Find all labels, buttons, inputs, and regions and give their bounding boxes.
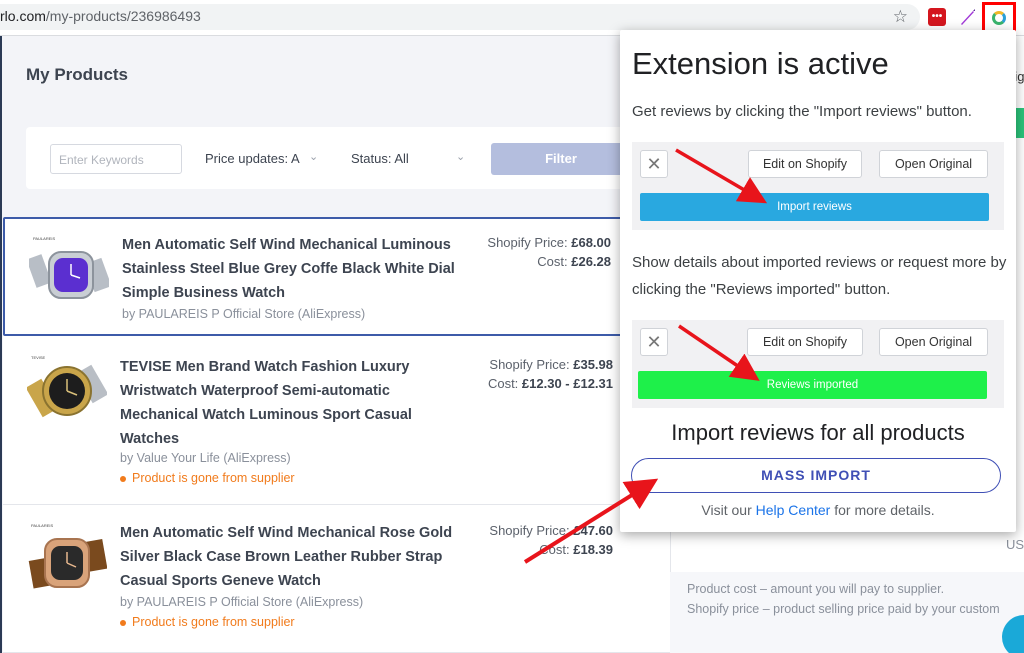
svg-text:TEVISE: TEVISE [31, 355, 46, 360]
url-text: rlo.com/my-products/236986493 [0, 8, 201, 24]
svg-text:PAULAREIS: PAULAREIS [33, 236, 55, 241]
right-fragment-currency: US [1006, 537, 1024, 552]
product-store: by PAULAREIS P Official Store (AliExpres… [122, 307, 366, 321]
popup-title: Extension is active [632, 46, 889, 81]
mass-import-heading: Import reviews for all products [671, 420, 965, 445]
product-title[interactable]: Men Automatic Self Wind Mechanical Lumin… [122, 233, 467, 305]
product-store: by PAULAREIS P Official Store (AliExpres… [120, 595, 364, 609]
product-prices: Shopify Price: £68.00 Cost: £26.28 [487, 235, 611, 269]
demo-open-original-button: Open Original [879, 150, 988, 178]
pen-extension-icon[interactable] [958, 8, 976, 26]
popup-footer: Visit our Help Center for more details. [701, 502, 935, 518]
product-store: by Value Your Life (AliExpress) [120, 451, 291, 465]
product-list: PAULAREIS Men Automatic Self Wind Mechan… [3, 217, 670, 653]
warning-dot-icon [120, 619, 126, 626]
price-updates-select[interactable]: Price updates: A [205, 151, 300, 166]
reviews-extension-icon [992, 11, 1006, 25]
watch-thumbnail-image: TEVISE [27, 355, 107, 418]
demo-open-original-button: Open Original [879, 328, 988, 356]
keyword-search-input[interactable]: Enter Keywords [50, 144, 182, 174]
left-sidebar-edge [0, 36, 2, 653]
product-title[interactable]: TEVISE Men Brand Watch Fashion Luxury Wr… [120, 355, 465, 451]
price-info-text: Product cost – amount you will pay to su… [687, 582, 1000, 616]
product-gone-warning: Product is gone from supplier [120, 471, 295, 485]
lastpass-extension-icon[interactable]: ••• [928, 8, 946, 26]
product-title[interactable]: Men Automatic Self Wind Mechanical Rose … [120, 521, 465, 593]
product-row[interactable]: PAULAREIS Men Automatic Self Wind Mechan… [3, 217, 670, 336]
popup-instruction-1: Get reviews by clicking the "Import revi… [632, 103, 972, 120]
filter-button[interactable]: Filter [491, 143, 631, 175]
close-icon: ✕ [640, 328, 668, 356]
page-title: My Products [26, 65, 129, 84]
demo-edit-on-shopify-button: Edit on Shopify [748, 150, 862, 178]
popup-instruction-2: Show details about imported reviews or r… [632, 254, 1007, 298]
close-icon: ✕ [640, 150, 668, 178]
product-row[interactable]: PAULAREIS Men Automatic Self Wind Mechan… [3, 506, 670, 653]
demo-import-reviews-button: Import reviews [640, 193, 989, 221]
help-center-link[interactable]: Help Center [756, 502, 831, 518]
watch-thumbnail-image: PAULAREIS [29, 236, 109, 299]
product-prices: Shopify Price: £47.60 Cost: £18.39 [489, 523, 613, 557]
demo-edit-on-shopify-button: Edit on Shopify [747, 328, 863, 356]
status-select[interactable]: Status: All [351, 151, 409, 166]
chevron-down-icon: ⌄ [456, 151, 466, 163]
product-row[interactable]: TEVISE TEVISE Men Brand Watch Fashion Lu… [3, 338, 670, 505]
demo-reviews-imported-button: Reviews imported [638, 371, 987, 399]
bookmark-star-icon[interactable]: ☆ [893, 7, 908, 27]
svg-text:PAULAREIS: PAULAREIS [31, 523, 53, 528]
mass-import-button[interactable]: MASS IMPORT [631, 458, 1001, 493]
extension-popup: Extension is active Get reviews by click… [620, 30, 1016, 532]
product-gone-warning: Product is gone from supplier [120, 615, 295, 629]
product-prices: Shopify Price: £35.98 Cost: £12.30 - £12… [487, 357, 613, 391]
address-bar[interactable]: rlo.com/my-products/236986493 ☆ [0, 4, 920, 30]
watch-thumbnail-image: PAULAREIS [28, 523, 107, 589]
warning-dot-icon [120, 475, 126, 482]
chevron-down-icon: ⌄ [309, 151, 319, 163]
imported-demo-box: ✕ Edit on Shopify Open Original Reviews … [632, 320, 1004, 408]
import-demo-box: ✕ Edit on Shopify Open Original Import r… [632, 142, 1004, 230]
